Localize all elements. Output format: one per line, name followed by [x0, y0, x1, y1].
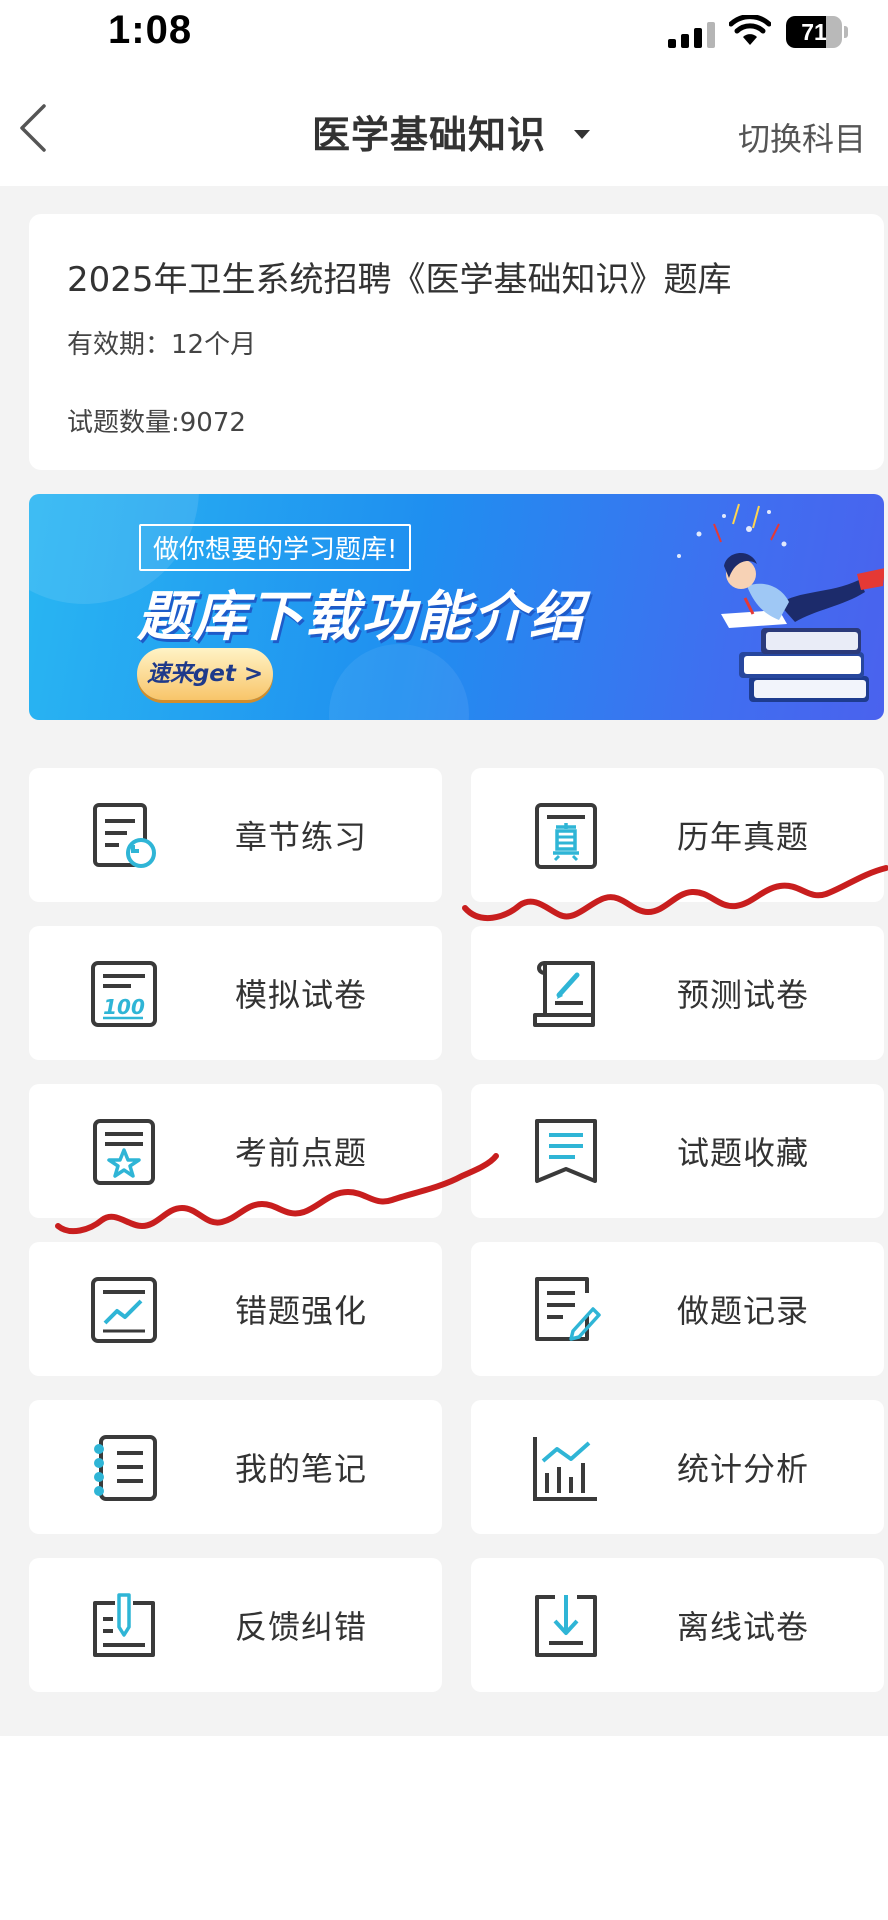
- menu-tile-label: 错题强化: [235, 1292, 368, 1330]
- menu-tile-forecast-exam[interactable]: 预测试卷: [471, 926, 884, 1060]
- menu-tile-label: 离线试卷: [677, 1608, 810, 1646]
- notes-icon: [94, 1435, 157, 1501]
- past-exam-icon: [535, 803, 597, 869]
- validity-period: 有效期：12个月: [67, 330, 257, 360]
- favorites-icon: [535, 1119, 597, 1183]
- menu-tile-label: 反馈纠错: [235, 1608, 368, 1646]
- banner-cta-button[interactable]: 速来get >: [137, 648, 273, 700]
- feedback-icon: [93, 1593, 155, 1657]
- forecast-exam-icon: [533, 961, 595, 1027]
- offline-download-icon: [535, 1595, 597, 1657]
- menu-tile-label: 做题记录: [677, 1292, 810, 1330]
- menu-tile-feedback[interactable]: 反馈纠错: [29, 1558, 442, 1692]
- menu-tile-chapter-practice[interactable]: 章节练习: [29, 768, 442, 902]
- question-bank-info-card: 2025年卫生系统招聘《医学基础知识》题库 有效期：12个月 试题数量:9072: [29, 214, 884, 470]
- page-title: 医学基础知识: [312, 113, 547, 157]
- menu-tile-practice-record[interactable]: 做题记录: [471, 1242, 884, 1376]
- menu-tile-label: 我的笔记: [235, 1450, 368, 1488]
- nav-bar: 医学基础知识 切换科目: [0, 70, 888, 186]
- question-count: 试题数量:9072: [67, 408, 246, 438]
- status-time: 1:08: [108, 8, 193, 52]
- menu-tile-notes[interactable]: 我的笔记: [29, 1400, 442, 1534]
- menu-tile-label: 试题收藏: [677, 1134, 810, 1172]
- wifi-icon: [729, 15, 771, 45]
- back-button[interactable]: [10, 98, 60, 158]
- menu-tile-label: 章节练习: [235, 818, 368, 856]
- chapter-practice-icon: [93, 803, 156, 868]
- reading-girl-illustration: [677, 503, 884, 702]
- banner-headline: 题库下载功能介绍: [137, 585, 585, 648]
- menu-tile-label: 模拟试卷: [235, 976, 368, 1014]
- status-bar: 1:08 71: [0, 0, 888, 70]
- menu-tile-statistics[interactable]: 统计分析: [471, 1400, 884, 1534]
- switch-subject-button[interactable]: 切换科目: [738, 114, 866, 160]
- statistics-icon: [533, 1437, 597, 1501]
- practice-record-icon: [535, 1277, 601, 1341]
- battery-percent: 71: [801, 19, 827, 45]
- menu-tile-favorites[interactable]: 试题收藏: [471, 1084, 884, 1218]
- svg-text:100: 100: [103, 995, 145, 1019]
- battery-icon: 71: [786, 16, 848, 48]
- mock-exam-icon: 100: [91, 961, 157, 1027]
- menu-tile-label: 统计分析: [677, 1450, 810, 1488]
- pre-exam-tips-icon: [93, 1119, 155, 1185]
- chevron-left-icon: [20, 104, 46, 152]
- menu-tile-label: 考前点题: [235, 1134, 368, 1172]
- signal-icon: [668, 22, 716, 48]
- banner-tag: 做你想要的学习题库!: [139, 524, 412, 571]
- menu-tile-pre-exam-tips[interactable]: 考前点题: [29, 1084, 442, 1218]
- caret-down-icon: [574, 130, 591, 139]
- menu-tile-mistakes[interactable]: 错题强化: [29, 1242, 442, 1376]
- subject-dropdown[interactable]: 医学基础知识: [312, 104, 591, 159]
- question-bank-title: 2025年卫生系统招聘《医学基础知识》题库: [67, 260, 732, 300]
- mistakes-icon: [91, 1277, 157, 1343]
- menu-tile-past-exams[interactable]: 历年真题: [471, 768, 884, 902]
- download-feature-banner[interactable]: 做你想要的学习题库! 题库下载功能介绍 速来get >: [29, 494, 884, 720]
- menu-tile-offline-exam[interactable]: 离线试卷: [471, 1558, 884, 1692]
- menu-tile-label: 预测试卷: [677, 976, 810, 1014]
- menu-tile-label: 历年真题: [677, 818, 810, 856]
- menu-tile-mock-exam[interactable]: 100 模拟试卷: [29, 926, 442, 1060]
